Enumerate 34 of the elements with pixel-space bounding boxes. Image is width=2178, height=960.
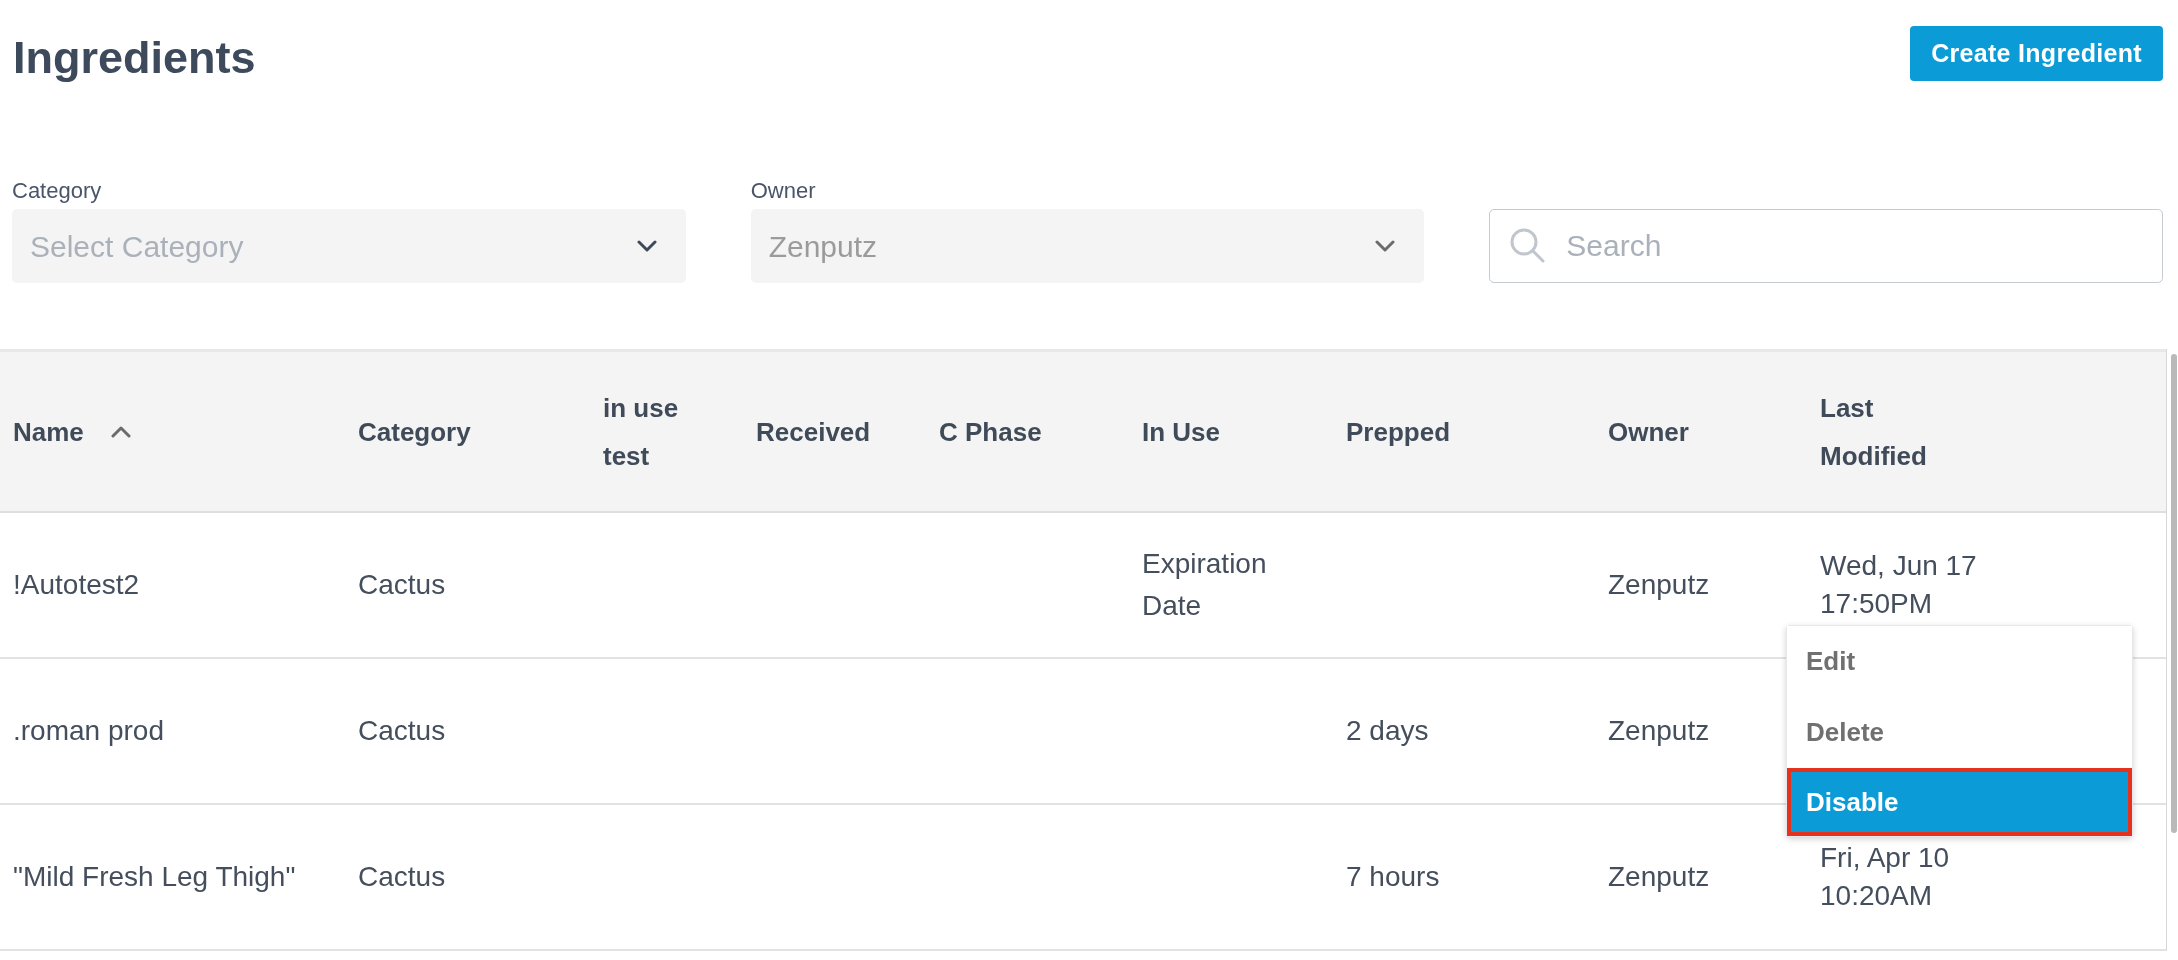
table-cell-text: Cactus [358,568,446,602]
table-cell-text: !Autotest2 [13,568,140,602]
menu-item[interactable]: Edit [1787,626,2132,697]
column-header[interactable]: Received [756,407,871,456]
column-header[interactable]: In Use [1142,407,1221,456]
table-cell-text: Wed, Jun 17 17:50PM [1820,549,1978,621]
chevron-down-icon [636,240,657,252]
column-header[interactable]: Category [358,407,471,456]
column-header[interactable]: Prepped [1346,407,1451,456]
table-cell-text: "Mild Fresh Leg Thigh" [13,860,296,894]
table-cell-text: Zenputz [1608,714,1710,748]
menu-item[interactable]: Delete [1787,697,2132,768]
table-cell-text: .roman prod [13,714,164,748]
column-header[interactable]: in use test [603,383,703,480]
table-cell-text: Fri, Apr 10 10:20AM [1820,841,1951,913]
table-cell-text: Cactus [358,860,446,894]
filter-label: Owner [750,178,817,204]
page-title: Ingredients [13,32,256,84]
column-header[interactable]: C Phase [939,407,1042,456]
column-header[interactable]: Name [13,407,131,456]
search-icon [1510,228,1546,263]
table-cell-text: 7 hours [1346,860,1440,894]
table-cell-text: Expiration Date [1142,547,1268,623]
table-cell-text: Cactus [358,714,446,748]
column-header[interactable]: Last Modified [1820,383,1960,480]
search-field[interactable]: Search [1489,209,2163,283]
filter-label: Category [12,178,103,204]
table-cell-text: 2 days [1346,714,1429,748]
scrollbar-thumb[interactable] [2171,354,2177,833]
table-cell-text: Zenputz [1608,860,1710,894]
sort-caret-icon [110,425,131,438]
table-cell-text: Zenputz [1608,568,1710,602]
chevron-down-icon [1375,240,1396,252]
column-header[interactable]: Owner [1608,407,1689,456]
